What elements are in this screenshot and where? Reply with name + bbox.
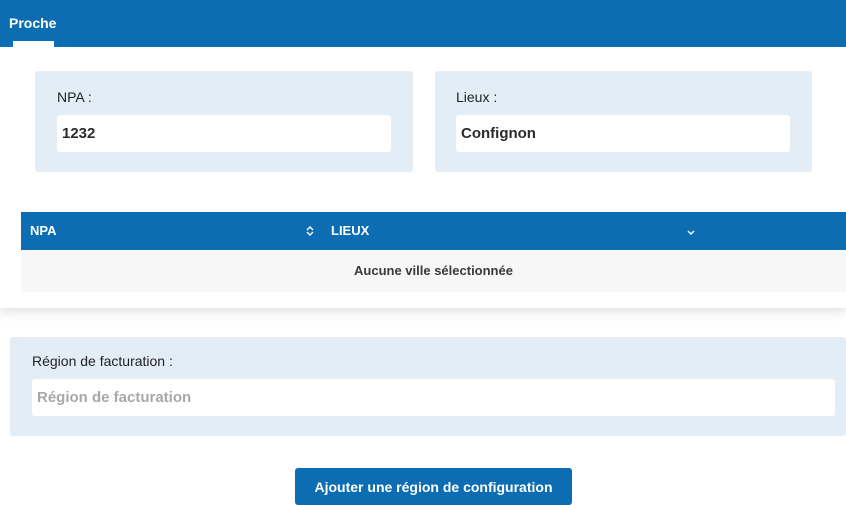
npa-input[interactable] [57, 115, 391, 152]
column-header-npa[interactable]: NPA [30, 212, 320, 250]
npa-field-group: NPA : [35, 71, 413, 172]
add-region-button[interactable]: Ajouter une région de configuration [295, 468, 572, 505]
column-header-lieux-label: LIEUX [331, 223, 370, 238]
lieux-input[interactable] [456, 115, 790, 152]
region-label: Région de facturation : [32, 353, 173, 369]
nearby-card: Proche NPA : Lieux : NPA LIEUX [0, 0, 846, 308]
lieux-field-group: Lieux : [435, 71, 812, 172]
table-empty-row: Aucune ville sélectionnée [21, 250, 846, 292]
column-header-lieux[interactable]: LIEUX [331, 212, 681, 250]
active-tab-indicator [13, 41, 54, 47]
page: Proche NPA : Lieux : NPA LIEUX [0, 0, 846, 505]
tab-proche-label: Proche [9, 15, 57, 31]
region-input[interactable] [32, 379, 835, 416]
table-header: NPA LIEUX [21, 212, 846, 250]
npa-label: NPA : [57, 89, 92, 105]
sort-updown-icon[interactable] [304, 225, 316, 237]
chevron-down-icon[interactable] [685, 227, 697, 239]
tab-proche[interactable]: Proche [0, 0, 66, 47]
region-field-group: Région de facturation : [10, 337, 846, 436]
lieux-label: Lieux : [456, 89, 498, 105]
tab-bar: Proche [0, 0, 846, 47]
column-header-npa-label: NPA [30, 223, 57, 238]
